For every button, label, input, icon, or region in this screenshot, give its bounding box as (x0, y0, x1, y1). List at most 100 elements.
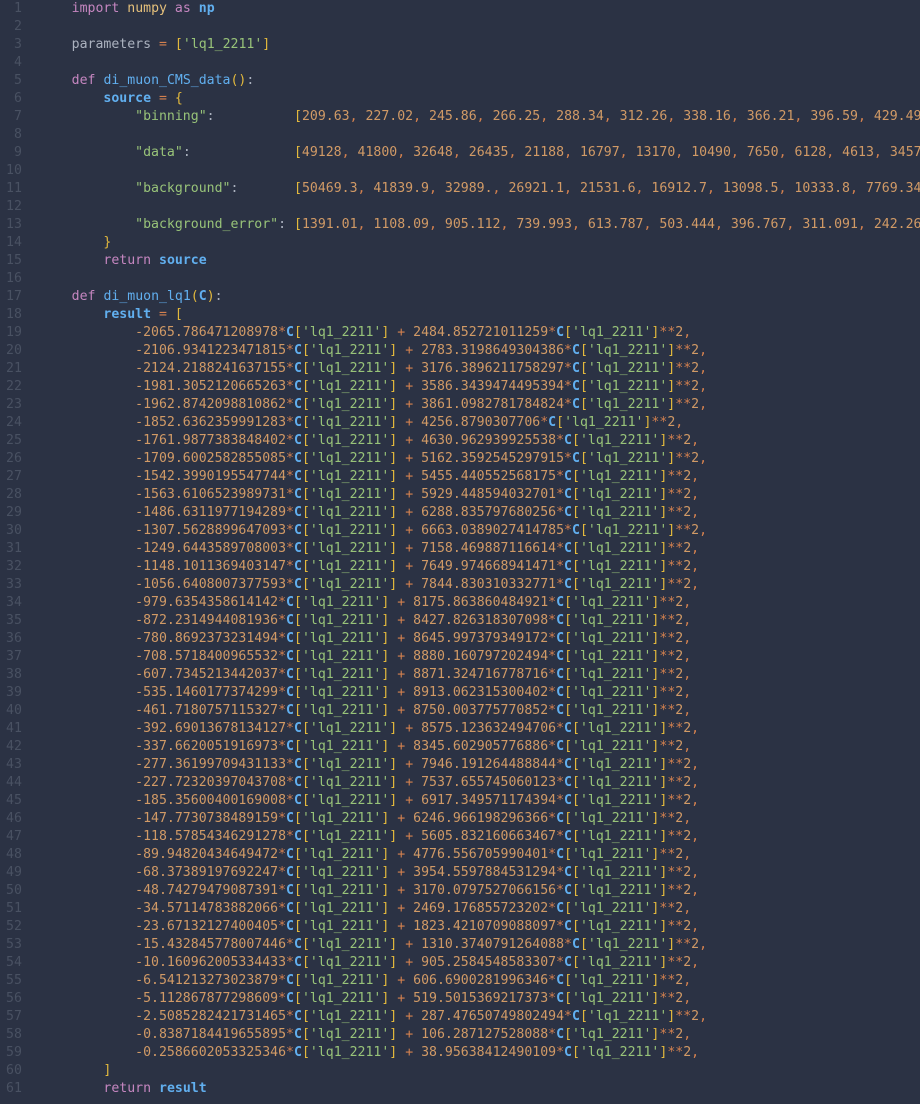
code-line: -48.74279479087391*C['lq1_2211'] + 3170.… (40, 882, 920, 900)
code-line: def di_muon_CMS_data(): (40, 72, 920, 90)
code-line: -708.5718400965532*C['lq1_2211'] + 8880.… (40, 648, 920, 666)
line-number: 37 (6, 648, 22, 666)
line-number: 21 (6, 360, 22, 378)
line-number: 7 (6, 108, 22, 126)
code-line: -23.67132127400405*C['lq1_2211'] + 1823.… (40, 918, 920, 936)
line-number: 16 (6, 270, 22, 288)
code-line (40, 270, 920, 288)
line-number: 12 (6, 198, 22, 216)
line-number: 38 (6, 666, 22, 684)
line-number: 26 (6, 450, 22, 468)
line-number: 34 (6, 594, 22, 612)
line-number: 1 (6, 0, 22, 18)
code-line: -1852.6362359991283*C['lq1_2211'] + 4256… (40, 414, 920, 432)
line-number: 58 (6, 1026, 22, 1044)
code-line: import numpy as np (40, 0, 920, 18)
code-line: -68.37389197692247*C['lq1_2211'] + 3954.… (40, 864, 920, 882)
code-line: "background": [50469.3, 41839.9, 32989.,… (40, 180, 920, 198)
line-number: 42 (6, 738, 22, 756)
code-line: "data": [49128, 41800, 32648, 26435, 211… (40, 144, 920, 162)
line-number: 47 (6, 828, 22, 846)
code-editor: 1234567891011121314151617181920212223242… (0, 0, 920, 1104)
code-line: -607.7345213442037*C['lq1_2211'] + 8871.… (40, 666, 920, 684)
line-number: 46 (6, 810, 22, 828)
line-number: 2 (6, 18, 22, 36)
line-number: 15 (6, 252, 22, 270)
code-line: -1486.6311977194289*C['lq1_2211'] + 6288… (40, 504, 920, 522)
code-line: -1563.6106523989731*C['lq1_2211'] + 5929… (40, 486, 920, 504)
code-line: -535.1460177374299*C['lq1_2211'] + 8913.… (40, 684, 920, 702)
line-number: 19 (6, 324, 22, 342)
code-line: -15.432845778007446*C['lq1_2211'] + 1310… (40, 936, 920, 954)
line-number: 39 (6, 684, 22, 702)
code-line: -147.7730738489159*C['lq1_2211'] + 6246.… (40, 810, 920, 828)
code-line: -1056.6408007377593*C['lq1_2211'] + 7844… (40, 576, 920, 594)
code-line: -780.8692373231494*C['lq1_2211'] + 8645.… (40, 630, 920, 648)
line-number: 51 (6, 900, 22, 918)
line-number: 48 (6, 846, 22, 864)
line-number: 50 (6, 882, 22, 900)
code-line (40, 54, 920, 72)
line-number: 22 (6, 378, 22, 396)
code-line: -1148.1011369403147*C['lq1_2211'] + 7649… (40, 558, 920, 576)
line-number: 9 (6, 144, 22, 162)
line-number: 30 (6, 522, 22, 540)
code-line: -0.8387184419655895*C['lq1_2211'] + 106.… (40, 1026, 920, 1044)
line-number: 41 (6, 720, 22, 738)
code-line: ] (40, 1062, 920, 1080)
code-line (40, 162, 920, 180)
line-number: 18 (6, 306, 22, 324)
line-number: 35 (6, 612, 22, 630)
code-line: -461.7180757115327*C['lq1_2211'] + 8750.… (40, 702, 920, 720)
code-line: -1761.9877383848402*C['lq1_2211'] + 4630… (40, 432, 920, 450)
line-number: 36 (6, 630, 22, 648)
code-line: "background_error": [1391.01, 1108.09, 9… (40, 216, 920, 234)
line-number: 27 (6, 468, 22, 486)
code-line: -227.72320397043708*C['lq1_2211'] + 7537… (40, 774, 920, 792)
code-line: -1249.6443589708003*C['lq1_2211'] + 7158… (40, 540, 920, 558)
line-number: 14 (6, 234, 22, 252)
code-line: -1981.3052120665263*C['lq1_2211'] + 3586… (40, 378, 920, 396)
code-line: return source (40, 252, 920, 270)
line-number: 61 (6, 1080, 22, 1098)
code-line: return result (40, 1080, 920, 1098)
line-number: 59 (6, 1044, 22, 1062)
code-line: "binning": [209.63, 227.02, 245.86, 266.… (40, 108, 920, 126)
line-number: 24 (6, 414, 22, 432)
code-line: parameters = ['lq1_2211'] (40, 36, 920, 54)
line-number: 11 (6, 180, 22, 198)
code-line: -6.541213273023879*C['lq1_2211'] + 606.6… (40, 972, 920, 990)
code-line: -2124.2188241637155*C['lq1_2211'] + 3176… (40, 360, 920, 378)
code-line: -979.6354358614142*C['lq1_2211'] + 8175.… (40, 594, 920, 612)
line-number: 25 (6, 432, 22, 450)
line-number: 17 (6, 288, 22, 306)
line-number: 53 (6, 936, 22, 954)
line-number: 23 (6, 396, 22, 414)
line-number: 3 (6, 36, 22, 54)
code-line: -34.57114783882066*C['lq1_2211'] + 2469.… (40, 900, 920, 918)
code-line: -337.6620051916973*C['lq1_2211'] + 8345.… (40, 738, 920, 756)
code-line: -2106.9341223471815*C['lq1_2211'] + 2783… (40, 342, 920, 360)
line-number: 33 (6, 576, 22, 594)
line-number-gutter: 1234567891011121314151617181920212223242… (0, 0, 32, 1104)
code-line: } (40, 234, 920, 252)
code-line: def di_muon_lq1(C): (40, 288, 920, 306)
line-number: 44 (6, 774, 22, 792)
line-number: 56 (6, 990, 22, 1008)
line-number: 5 (6, 72, 22, 90)
line-number: 4 (6, 54, 22, 72)
line-number: 20 (6, 342, 22, 360)
code-line: -10.160962005334433*C['lq1_2211'] + 905.… (40, 954, 920, 972)
line-number: 6 (6, 90, 22, 108)
line-number: 32 (6, 558, 22, 576)
line-number: 29 (6, 504, 22, 522)
code-line: -1709.6002582855085*C['lq1_2211'] + 5162… (40, 450, 920, 468)
code-line: -89.94820434649472*C['lq1_2211'] + 4776.… (40, 846, 920, 864)
code-line: -1542.3990195547744*C['lq1_2211'] + 5455… (40, 468, 920, 486)
line-number: 43 (6, 756, 22, 774)
code-line: -1962.8742098810862*C['lq1_2211'] + 3861… (40, 396, 920, 414)
line-number: 28 (6, 486, 22, 504)
code-line: -0.2586602053325346*C['lq1_2211'] + 38.9… (40, 1044, 920, 1062)
code-line: -1307.5628899647093*C['lq1_2211'] + 6663… (40, 522, 920, 540)
line-number: 49 (6, 864, 22, 882)
